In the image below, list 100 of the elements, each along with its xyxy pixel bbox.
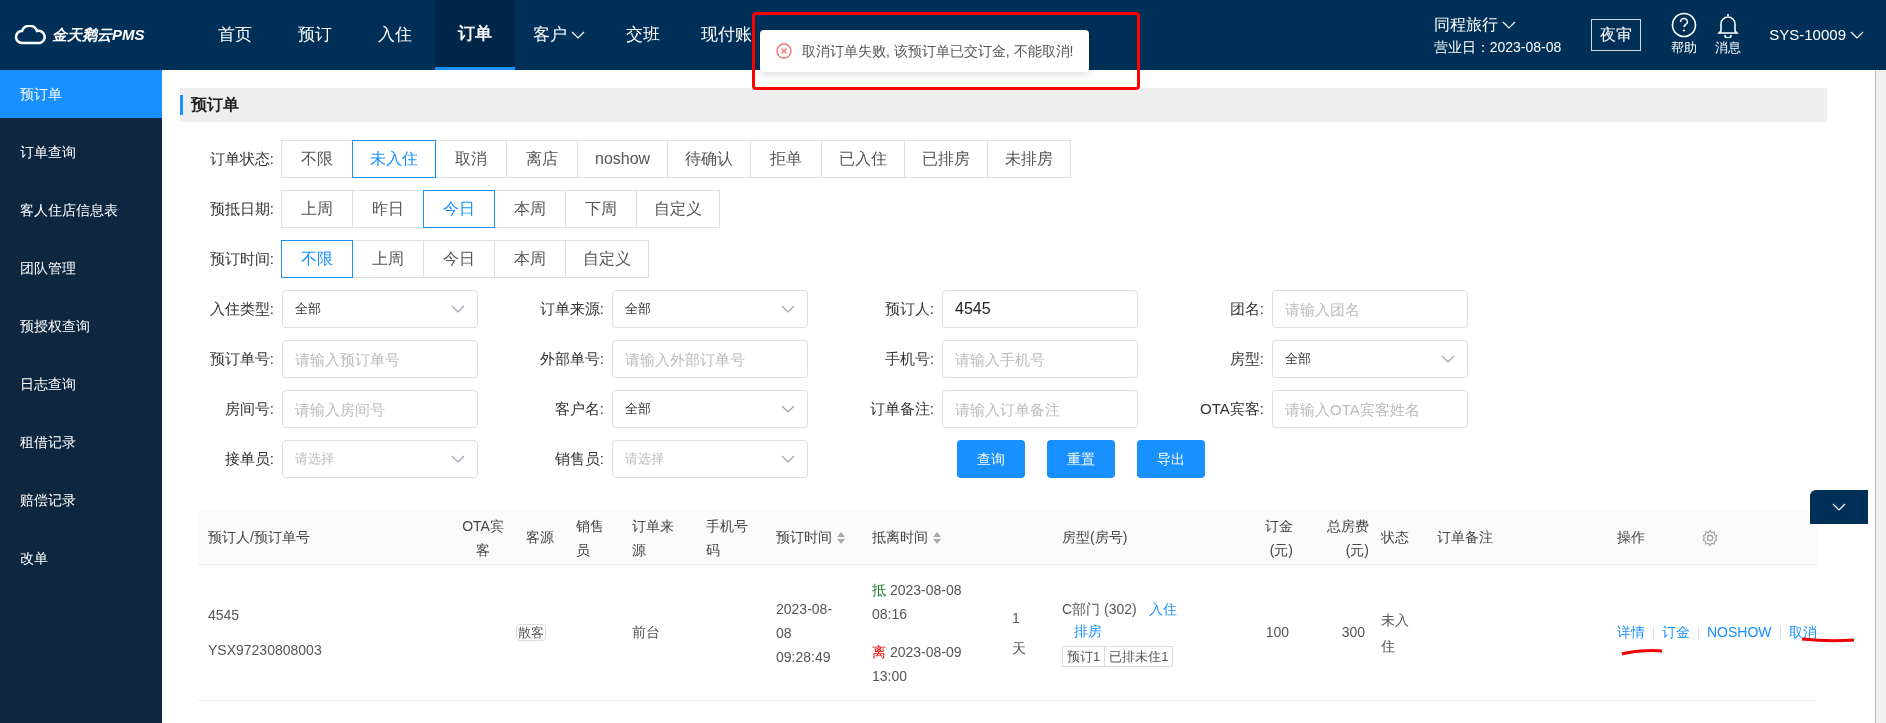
filter-label: 预抵日期: — [208, 198, 275, 219]
nav-tab[interactable]: 预订 — [275, 0, 355, 70]
chevron-down-icon — [1832, 503, 1846, 511]
select-field[interactable]: 全部 — [1272, 340, 1468, 378]
filter-option[interactable]: 待确认 — [667, 140, 752, 178]
sidebar-item[interactable]: 日志查询 — [0, 360, 162, 408]
chevron-down-icon — [451, 455, 465, 463]
field-label: 入住类型: — [208, 298, 275, 319]
column-header: 手机号码 — [706, 516, 749, 560]
field-label: OTA宾客: — [1199, 398, 1265, 419]
filter-option[interactable]: 今日 — [423, 240, 495, 278]
table-cell: 300 — [1341, 624, 1365, 640]
filter-option[interactable]: 已排房 — [904, 140, 989, 178]
sidebar-item[interactable]: 改单 — [0, 534, 162, 582]
select-field[interactable]: 全部 — [282, 290, 478, 328]
sidebar-item[interactable]: 预授权查询 — [0, 302, 162, 350]
filter-option[interactable]: 自定义 — [636, 190, 720, 228]
help-icon — [1671, 12, 1698, 39]
column-header: 预订人/预订单号 — [208, 528, 310, 547]
input-field[interactable]: 请输入订单备注 — [942, 390, 1138, 428]
table-cell-text: 2023-08-08 09:28:49 — [776, 599, 834, 667]
column-header: OTA宾客 — [461, 516, 505, 560]
sidebar-item[interactable]: 客人住店信息表 — [0, 186, 162, 234]
filter-option[interactable]: 上周 — [281, 190, 353, 228]
toast-message: 取消订单失败, 该预订单已交订金, 不能取消! — [802, 41, 1074, 61]
field-label: 接单员: — [223, 448, 275, 469]
table-cell-text: 4545 — [208, 605, 241, 625]
table-cell-text: 抵 2023-08-08 08:16 — [872, 580, 963, 624]
business-day: 营业日：2023-08-08 — [1433, 36, 1562, 58]
settings-icon[interactable] — [1701, 528, 1719, 547]
help-button[interactable]: 帮助 — [1671, 12, 1698, 58]
filter-option[interactable]: 取消 — [435, 140, 507, 178]
column-header: 操作 — [1617, 528, 1645, 547]
input-field[interactable]: 请输入外部订单号 — [612, 340, 808, 378]
field-label: 订单来源: — [538, 298, 605, 319]
column-header: 订单备注 — [1437, 528, 1493, 547]
select-field[interactable]: 全部 — [612, 390, 808, 428]
chevron-down-icon — [1850, 31, 1864, 39]
field-label: 销售员: — [553, 448, 605, 469]
sidebar-item[interactable]: 团队管理 — [0, 244, 162, 292]
sidebar-item[interactable]: 订单查询 — [0, 128, 162, 176]
filter-option[interactable]: 上周 — [352, 240, 424, 278]
sort-icon[interactable] — [836, 530, 846, 545]
field-label: 手机号: — [883, 348, 935, 369]
nav-tab[interactable]: 首页 — [195, 0, 275, 70]
table-cell: 前台 — [632, 624, 660, 640]
filter-option[interactable]: 昨日 — [352, 190, 424, 228]
field-label: 房型: — [1228, 348, 1265, 369]
filter-option[interactable]: 拒单 — [750, 140, 823, 178]
messages-button[interactable]: 消息 — [1715, 12, 1742, 58]
filter-option[interactable]: 不限 — [281, 140, 353, 178]
chevron-down-icon — [781, 455, 795, 463]
sort-icon[interactable] — [932, 530, 942, 545]
input-field[interactable]: 请输入预订单号 — [282, 340, 478, 378]
collapse-button[interactable] — [1810, 490, 1868, 524]
annotation-underline — [1620, 648, 1664, 656]
sidebar-item[interactable]: 租借记录 — [0, 418, 162, 466]
filter-option[interactable]: 本周 — [494, 240, 566, 278]
filter-option[interactable]: 未排房 — [987, 140, 1072, 178]
table-cell-text: 离 2023-08-09 13:00 — [872, 642, 963, 686]
select-field[interactable]: 全部 — [612, 290, 808, 328]
filter-option[interactable]: 本周 — [494, 190, 566, 228]
input-field[interactable]: 请输入房间号 — [282, 390, 478, 428]
field-label: 外部单号: — [538, 348, 605, 369]
field-label: 预订人: — [883, 298, 935, 319]
filter-option[interactable]: noshow — [577, 140, 669, 178]
filter-option[interactable]: 已入住 — [821, 140, 906, 178]
page-title: 预订单 — [191, 95, 239, 115]
column-header: 抵离时间 — [872, 528, 928, 547]
column-header: 总房费(元) — [1326, 516, 1369, 560]
hotel-selector[interactable]: 同程旅行 — [1433, 12, 1562, 37]
column-header: 销售员 — [576, 516, 605, 560]
logo-text: 金天鹅云PMS — [52, 24, 145, 45]
chevron-down-icon — [571, 31, 585, 39]
nav-tab[interactable]: 入住 — [355, 0, 435, 70]
table-cell: C部门 (302) — [1062, 600, 1137, 617]
user-menu[interactable]: SYS-10009 — [1769, 23, 1864, 47]
cloud-logo-icon — [14, 25, 48, 45]
input-field[interactable]: 请输入手机号 — [942, 340, 1138, 378]
filter-option[interactable]: 自定义 — [565, 240, 649, 278]
nav-tab[interactable]: 客户 — [515, 0, 603, 70]
table-cell-text: 1 天 — [1012, 608, 1026, 658]
field-label: 房间号: — [223, 398, 275, 419]
table-cell: 100 — [1265, 624, 1289, 640]
nav-tab[interactable]: 交班 — [603, 0, 683, 70]
column-header: 订单来源 — [632, 516, 675, 560]
filter-option[interactable]: 离店 — [506, 140, 578, 178]
chevron-down-icon — [451, 305, 465, 313]
sidebar-item[interactable]: 赔偿记录 — [0, 476, 162, 524]
field-label: 客户名: — [553, 398, 605, 419]
input-field[interactable]: 请输入OTA宾客姓名 — [1272, 390, 1468, 428]
filter-option[interactable]: 下周 — [565, 190, 637, 228]
chevron-down-icon — [1441, 355, 1455, 363]
nav-tab[interactable]: 订单 — [435, 0, 515, 70]
input-field[interactable]: 4545 — [942, 290, 1138, 328]
input-field[interactable]: 请输入团名 — [1272, 290, 1468, 328]
column-header: 房型(房号) — [1062, 528, 1128, 547]
filter-label: 预订时间: — [208, 248, 275, 269]
chevron-down-icon — [1501, 20, 1516, 29]
night-audit-button[interactable]: 夜审 — [1591, 19, 1642, 51]
